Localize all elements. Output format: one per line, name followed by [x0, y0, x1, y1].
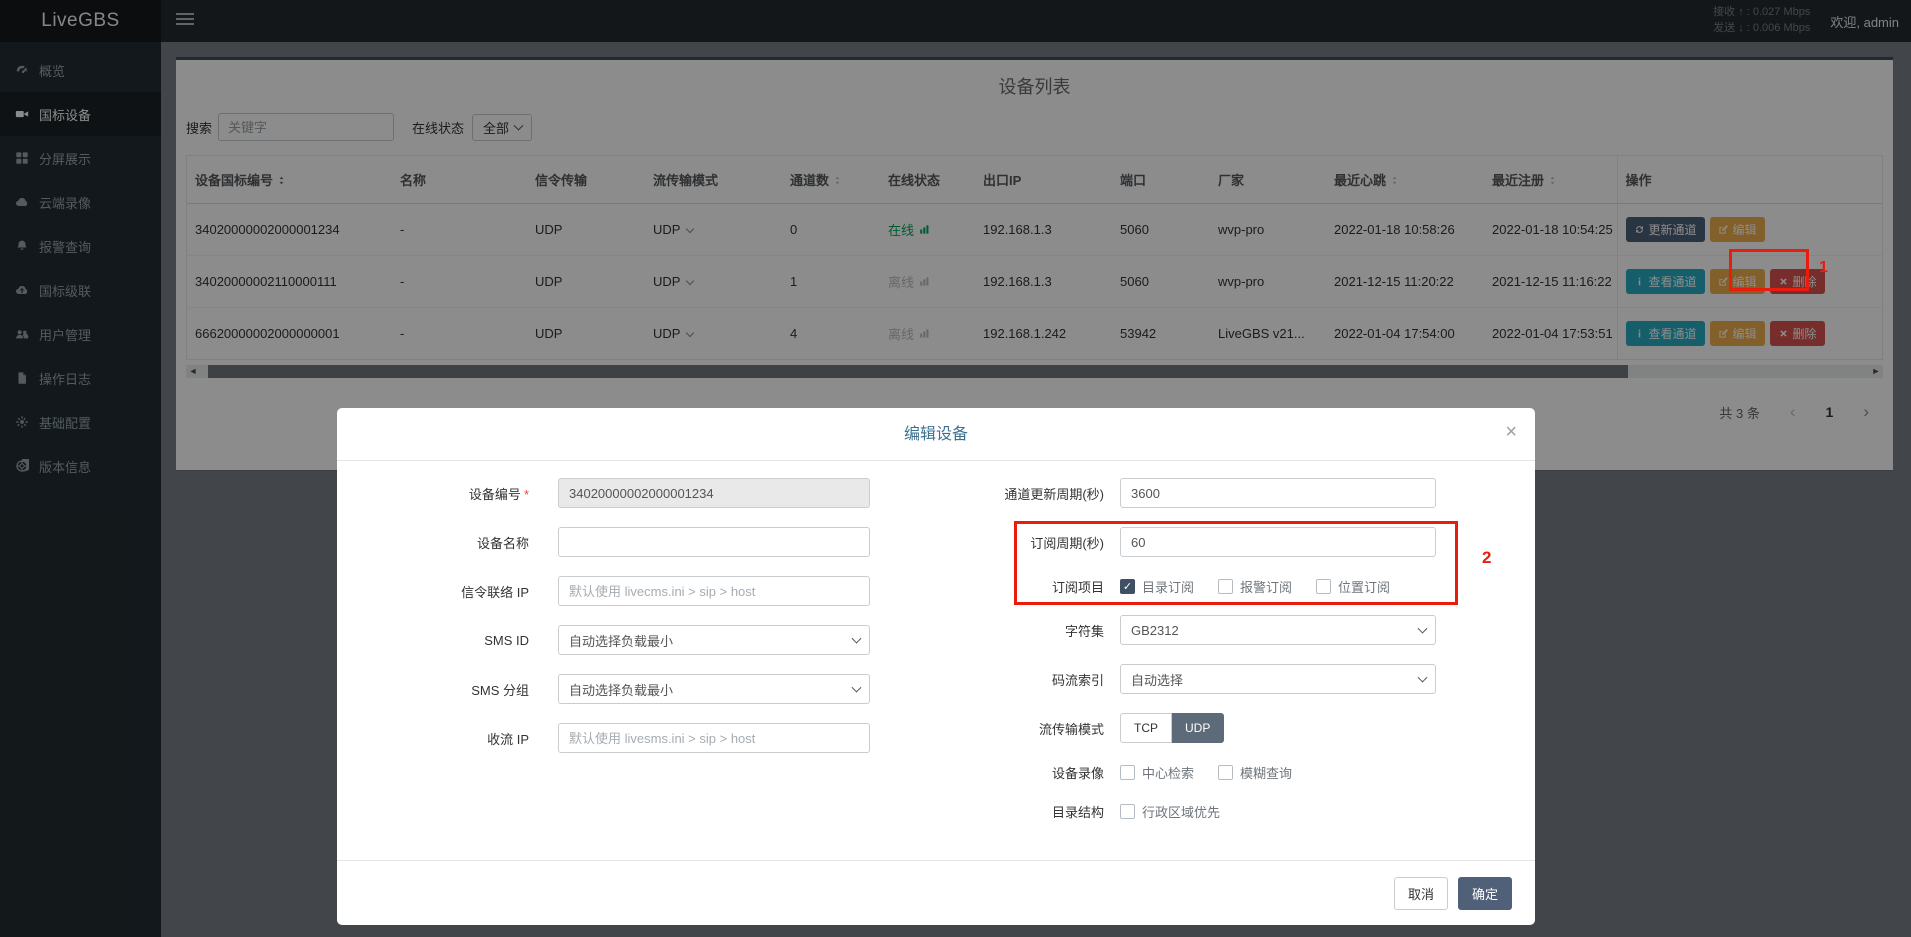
confirm-button[interactable]: 确定 [1458, 877, 1512, 910]
checkbox-label: 模糊查询 [1240, 763, 1292, 782]
form-row: 目录结构 行政区域优先 [902, 801, 1535, 821]
checkbox-group: 中心检索 模糊查询 [1120, 763, 1292, 782]
select-value: GB2312 [1131, 623, 1179, 638]
field-label: 订阅项目 [902, 577, 1104, 596]
modal-body: 设备编号* 设备名称信令联络 IP SMS ID 自动选择负载最小 SMS 分组 自动选择… [337, 461, 1535, 840]
checkbox-icon[interactable]: ✓ [1120, 579, 1135, 594]
checkbox-label: 位置订阅 [1338, 577, 1390, 596]
field-label: 订阅周期(秒) [902, 533, 1104, 552]
field-label: 通道更新周期(秒) [902, 484, 1104, 503]
checkbox-group: ✓ 目录订阅 报警订阅 位置订阅 [1120, 577, 1390, 596]
checkbox-label: 行政区域优先 [1142, 802, 1220, 821]
checkbox-label: 中心检索 [1142, 763, 1194, 782]
form-row: 通道更新周期(秒) [902, 478, 1535, 508]
field-input-通道更新周期(秒)[interactable] [1120, 478, 1436, 508]
checkbox-option[interactable]: 位置订阅 [1316, 577, 1390, 596]
segmented-control: TCPUDP [1120, 713, 1224, 743]
annotation-label-1: 1 [1819, 259, 1828, 277]
form-row: 订阅周期(秒) [902, 527, 1535, 557]
checkbox-label: 目录订阅 [1142, 577, 1194, 596]
form-row: 字符集 GB2312 [902, 615, 1535, 645]
field-select-SMS ID[interactable]: 自动选择负载最小 [558, 625, 870, 655]
form-row: SMS ID 自动选择负载最小 [362, 625, 902, 655]
field-input-信令联络 IP[interactable] [558, 576, 870, 606]
annotation-label-2: 2 [1482, 548, 1491, 568]
form-row: 订阅项目 ✓ 目录订阅 报警订阅 位置订阅 [902, 576, 1535, 596]
field-label: 码流索引 [902, 670, 1104, 689]
select-value: 自动选择负载最小 [569, 631, 673, 650]
field-input-设备名称[interactable] [558, 527, 870, 557]
field-label: 设备名称 [362, 533, 529, 552]
modal-footer: 取消 确定 [337, 860, 1535, 925]
form-row: 收流 IP [362, 723, 902, 753]
checkbox-option[interactable]: ✓ 目录订阅 [1120, 577, 1194, 596]
field-label: 目录结构 [902, 802, 1104, 821]
field-label: 设备编号* [362, 484, 529, 503]
field-label: SMS ID [362, 633, 529, 648]
select-value: 自动选择 [1131, 670, 1183, 689]
checkbox-option[interactable]: 报警订阅 [1218, 577, 1292, 596]
field-input-订阅周期(秒)[interactable] [1120, 527, 1436, 557]
checkbox-icon[interactable] [1120, 765, 1135, 780]
checkbox-label: 报警订阅 [1240, 577, 1292, 596]
form-row: SMS 分组 自动选择负载最小 [362, 674, 902, 704]
form-row: 信令联络 IP [362, 576, 902, 606]
close-icon[interactable]: × [1505, 422, 1517, 442]
field-select-码流索引[interactable]: 自动选择 [1120, 664, 1436, 694]
field-label: 信令联络 IP [362, 582, 529, 601]
field-input-设备编号[interactable] [558, 478, 870, 508]
checkbox-option[interactable]: 模糊查询 [1218, 763, 1292, 782]
form-row: 设备编号* [362, 478, 902, 508]
field-label: 字符集 [902, 621, 1104, 640]
field-label: SMS 分组 [362, 680, 529, 699]
field-select-SMS 分组[interactable]: 自动选择负载最小 [558, 674, 870, 704]
checkbox-group: 行政区域优先 [1120, 802, 1220, 821]
form-row: 设备名称 [362, 527, 902, 557]
checkbox-option[interactable]: 行政区域优先 [1120, 802, 1220, 821]
required-asterisk: * [524, 487, 529, 502]
edit-device-modal: 编辑设备 × 设备编号*设备名称信令联络 IPSMS ID自动选择负载最小SMS… [337, 408, 1535, 925]
checkbox-icon[interactable] [1218, 579, 1233, 594]
checkbox-icon[interactable] [1120, 804, 1135, 819]
field-label: 流传输模式 [902, 719, 1104, 738]
field-select-字符集[interactable]: GB2312 [1120, 615, 1436, 645]
segment-UDP[interactable]: UDP [1172, 713, 1224, 743]
form-row: 码流索引 自动选择 [902, 664, 1535, 694]
form-row: 流传输模式 TCPUDP [902, 713, 1535, 743]
cancel-button[interactable]: 取消 [1394, 877, 1448, 910]
form-row: 设备录像 中心检索 模糊查询 [902, 762, 1535, 782]
field-label: 收流 IP [362, 729, 529, 748]
field-input-收流 IP[interactable] [558, 723, 870, 753]
checkbox-icon[interactable] [1218, 765, 1233, 780]
modal-header: 编辑设备 × [337, 408, 1535, 461]
checkbox-icon[interactable] [1316, 579, 1331, 594]
checkbox-option[interactable]: 中心检索 [1120, 763, 1194, 782]
field-label: 设备录像 [902, 763, 1104, 782]
select-value: 自动选择负载最小 [569, 680, 673, 699]
segment-TCP[interactable]: TCP [1120, 713, 1172, 743]
modal-title: 编辑设备 [337, 408, 1535, 461]
